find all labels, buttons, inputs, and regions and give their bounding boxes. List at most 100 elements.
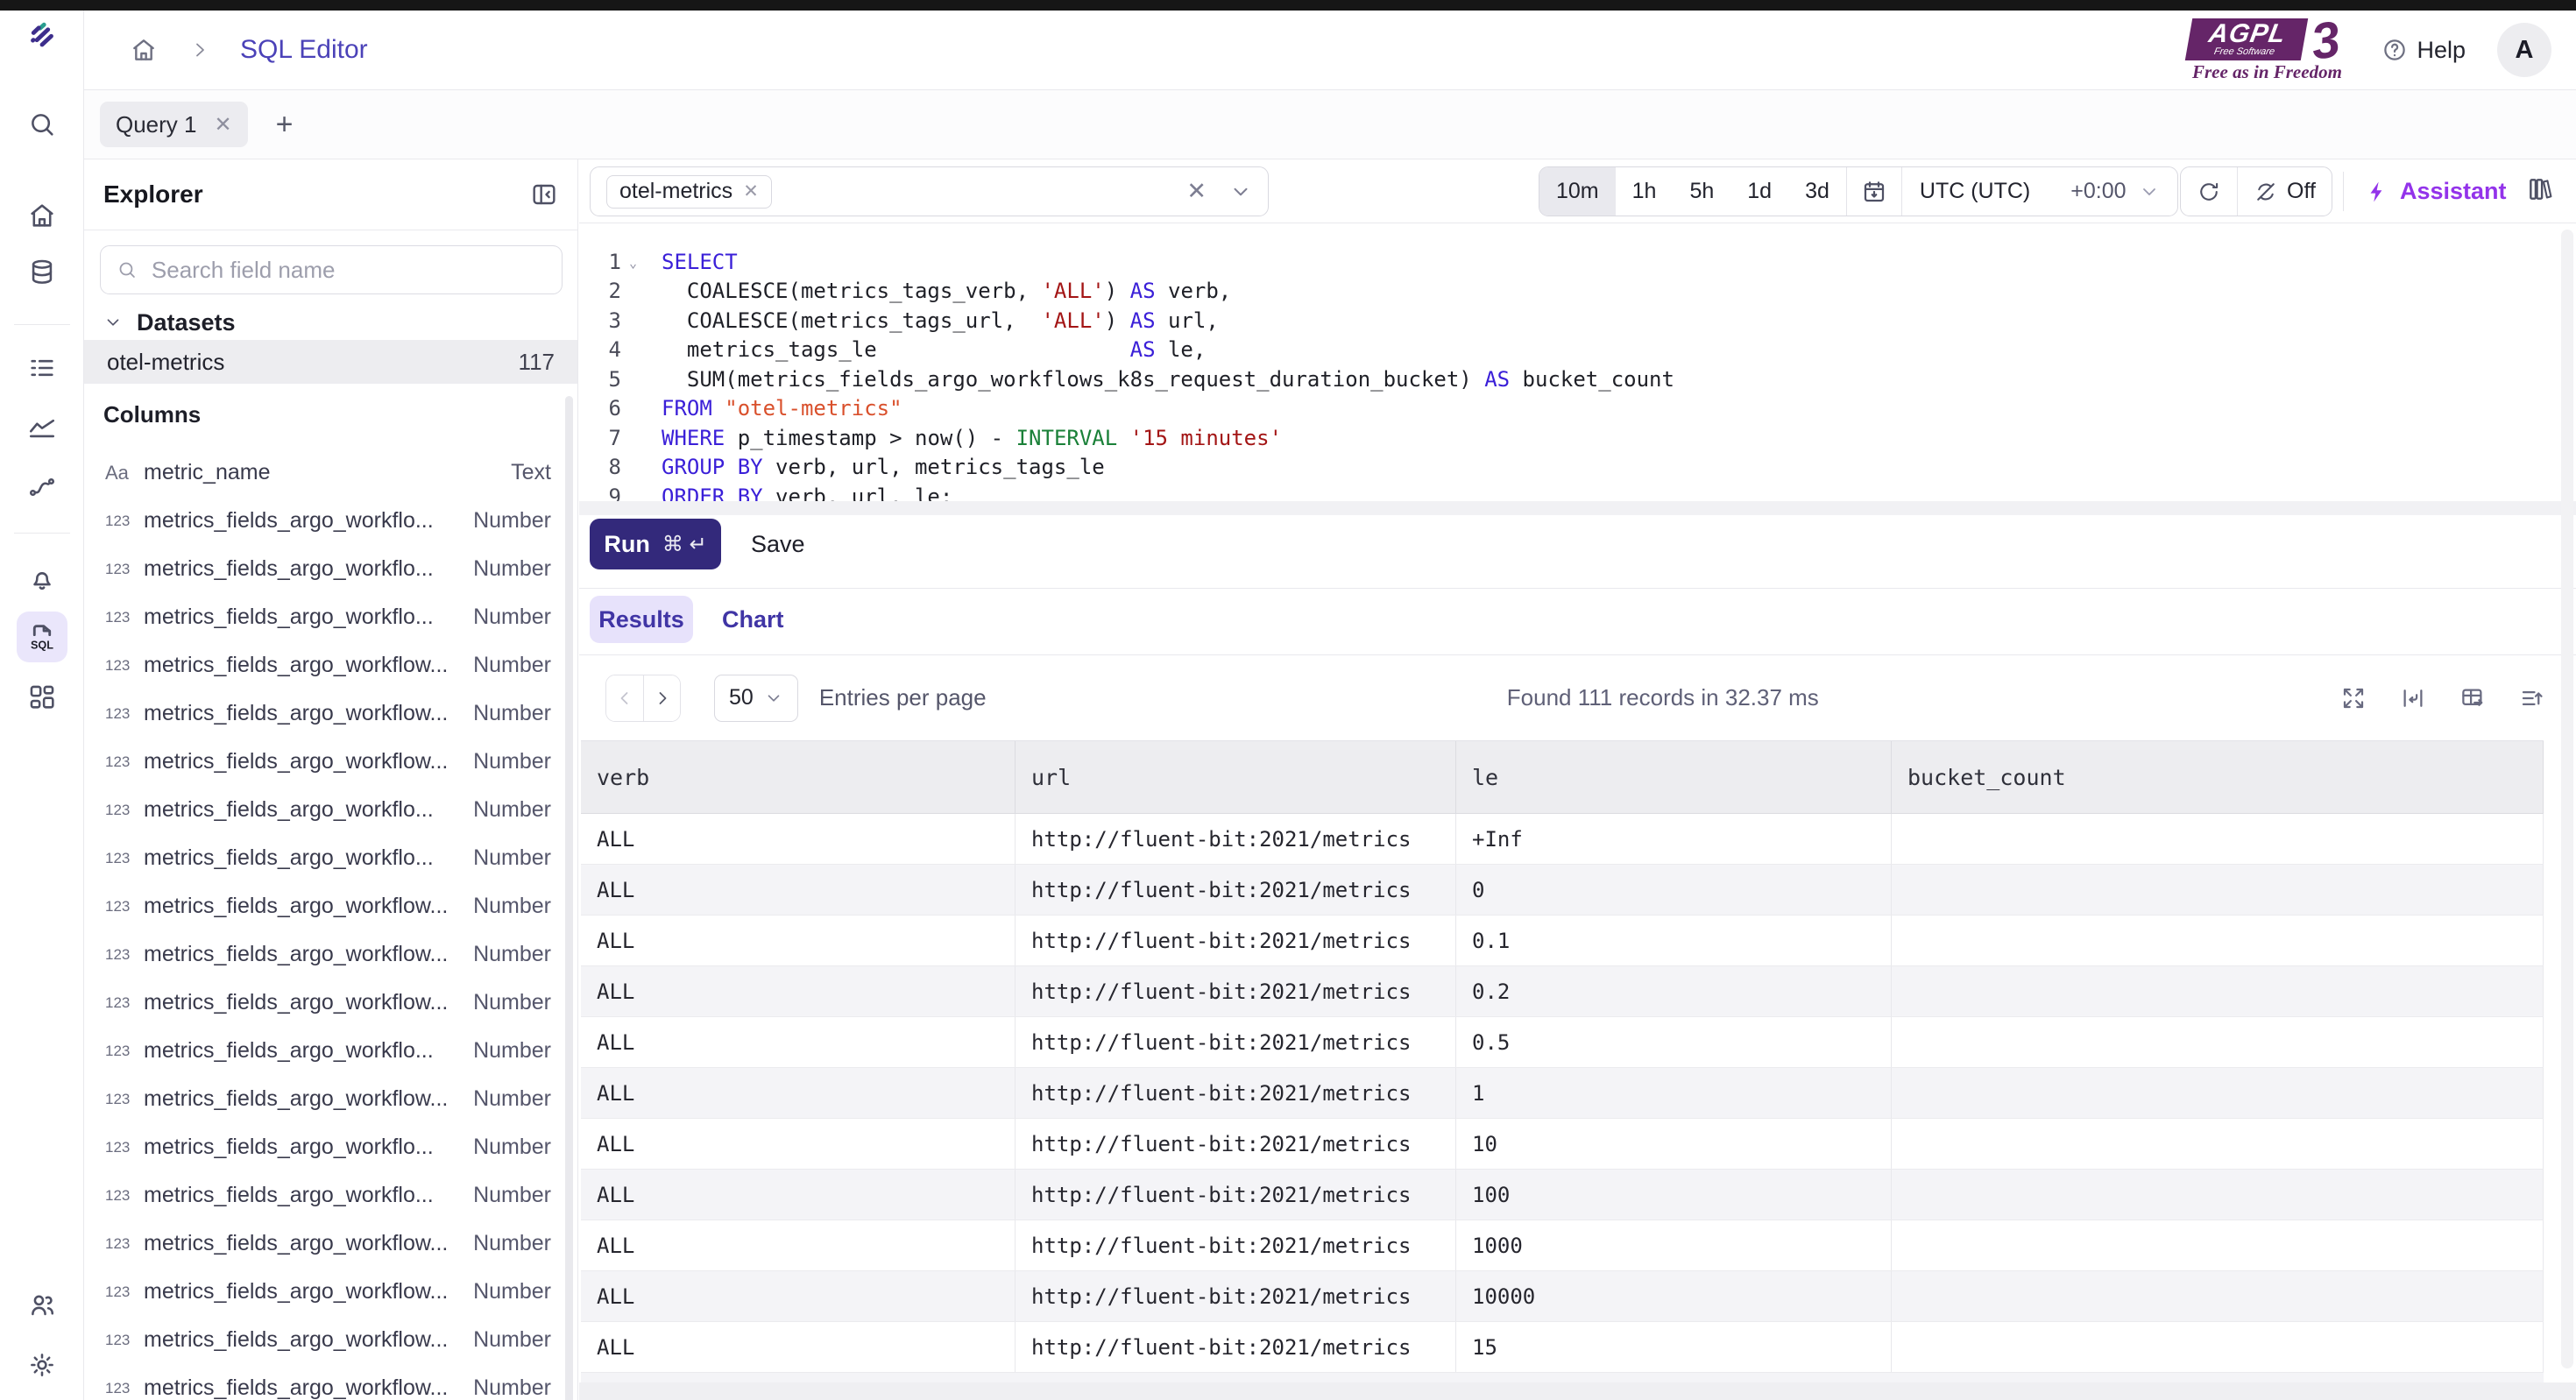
- column-row[interactable]: 123 metrics_fields_argo_workflow... Numb…: [84, 882, 577, 930]
- code-line[interactable]: 5 SUM(metrics_fields_argo_workflows_k8s_…: [579, 364, 2576, 394]
- time-range-1h[interactable]: 1h: [1616, 167, 1674, 216]
- column-row[interactable]: 123 metrics_fields_argo_workflow... Numb…: [84, 1075, 577, 1123]
- column-row[interactable]: 123 metrics_fields_argo_workflow... Numb…: [84, 1316, 577, 1364]
- sql-editor-nav-active[interactable]: SQL: [17, 612, 67, 662]
- time-range-5h[interactable]: 5h: [1673, 167, 1730, 216]
- text-wrap-icon[interactable]: [2399, 684, 2427, 712]
- time-range-10m[interactable]: 10m: [1539, 167, 1616, 216]
- table-cell: ALL: [581, 1119, 1016, 1169]
- column-row[interactable]: 123 metrics_fields_argo_workflo... Numbe…: [84, 786, 577, 834]
- field-search[interactable]: [100, 245, 563, 294]
- column-row[interactable]: 123 metrics_fields_argo_workflow... Numb…: [84, 641, 577, 689]
- timezone-select[interactable]: UTC (UTC) +0:00: [1901, 167, 2177, 216]
- search-icon[interactable]: [26, 109, 58, 140]
- column-row[interactable]: 123 metrics_fields_argo_workflow... Numb…: [84, 1364, 577, 1400]
- column-row[interactable]: 123 metrics_fields_argo_workflo... Numbe…: [84, 1123, 577, 1171]
- code-line[interactable]: 3 COALESCE(metrics_tags_url, 'ALL') AS u…: [579, 306, 2576, 336]
- table-row[interactable]: ALLhttp://fluent-bit:2021/metrics0: [581, 865, 2544, 916]
- column-header-le[interactable]: le: [1456, 741, 1892, 813]
- table-row[interactable]: ALLhttp://fluent-bit:2021/metrics0.2: [581, 966, 2544, 1017]
- alerts-bell-icon[interactable]: [26, 562, 58, 594]
- code-line[interactable]: 1SELECT: [579, 247, 2576, 277]
- column-row[interactable]: 123 metrics_fields_argo_workflow... Numb…: [84, 738, 577, 786]
- column-row[interactable]: 123 metrics_fields_argo_workflow... Numb…: [84, 1220, 577, 1268]
- prev-page-button[interactable]: [606, 675, 643, 721]
- chevron-down-icon[interactable]: [1229, 180, 1252, 203]
- datasets-section-header[interactable]: Datasets: [84, 305, 577, 340]
- column-row[interactable]: 123 metrics_fields_argo_workflo... Numbe…: [84, 497, 577, 545]
- settings-gear-icon[interactable]: [26, 1349, 58, 1381]
- collapse-panel-icon[interactable]: [530, 180, 558, 209]
- code-line[interactable]: 8GROUP BY verb, url, metrics_tags_le: [579, 453, 2576, 483]
- column-header-bucket_count[interactable]: bucket_count: [1892, 741, 2544, 813]
- dataset-select[interactable]: otel-metrics ✕ ✕: [590, 166, 1269, 216]
- table-row[interactable]: ALLhttp://fluent-bit:2021/metrics10000: [581, 1271, 2544, 1322]
- column-row[interactable]: 123 metrics_fields_argo_workflow... Numb…: [84, 979, 577, 1027]
- time-range-1d[interactable]: 1d: [1730, 167, 1788, 216]
- help-button[interactable]: Help: [2381, 37, 2466, 64]
- run-button[interactable]: Run ⌘ ↵: [590, 519, 721, 569]
- page-size-select[interactable]: 50: [714, 675, 798, 722]
- query-tab[interactable]: Query 1 ✕: [100, 102, 248, 147]
- column-row[interactable]: 123 metrics_fields_argo_workflo... Numbe…: [84, 593, 577, 641]
- streams-list-icon[interactable]: [26, 352, 58, 384]
- editor-horizontal-scrollbar[interactable]: [579, 501, 2576, 515]
- time-range-3d[interactable]: 3d: [1788, 167, 1846, 216]
- explorer-scrollbar[interactable]: [565, 396, 573, 1400]
- column-row[interactable]: Aa metric_name Text: [84, 449, 577, 497]
- library-docs-icon[interactable]: [2526, 175, 2554, 203]
- calendar-button[interactable]: [1846, 167, 1901, 216]
- code-line[interactable]: 7WHERE p_timestamp > now() - INTERVAL '1…: [579, 423, 2576, 453]
- sort-icon[interactable]: [2518, 684, 2546, 712]
- code-line[interactable]: 4 metrics_tags_le AS le,: [579, 336, 2576, 365]
- auto-refresh-off-button[interactable]: Off: [2237, 167, 2332, 216]
- column-row[interactable]: 123 metrics_fields_argo_workflo... Numbe…: [84, 545, 577, 593]
- table-row[interactable]: ALLhttp://fluent-bit:2021/metrics15: [581, 1322, 2544, 1373]
- table-row[interactable]: ALLhttp://fluent-bit:2021/metrics0.5: [581, 1017, 2544, 1068]
- table-row[interactable]: ALLhttp://fluent-bit:2021/metrics1000: [581, 1220, 2544, 1271]
- table-row[interactable]: ALLhttp://fluent-bit:2021/metrics0.1: [581, 916, 2544, 966]
- column-row[interactable]: 123 metrics_fields_argo_workflow... Numb…: [84, 930, 577, 979]
- metrics-chart-icon[interactable]: [26, 412, 58, 443]
- tab-results[interactable]: Results: [590, 596, 693, 643]
- column-row[interactable]: 123 metrics_fields_argo_workflo... Numbe…: [84, 1171, 577, 1220]
- column-header-verb[interactable]: verb: [581, 741, 1016, 813]
- close-tab-icon[interactable]: ✕: [215, 112, 232, 138]
- code-line[interactable]: 2 COALESCE(metrics_tags_verb, 'ALL') AS …: [579, 277, 2576, 307]
- avatar[interactable]: A: [2497, 23, 2551, 77]
- tab-chart[interactable]: Chart: [715, 596, 791, 643]
- column-row[interactable]: 123 metrics_fields_argo_workflow... Numb…: [84, 689, 577, 738]
- refresh-button[interactable]: [2181, 167, 2237, 216]
- next-page-button[interactable]: [643, 675, 680, 721]
- save-button[interactable]: Save: [751, 531, 805, 558]
- sql-editor[interactable]: 1SELECT2 COALESCE(metrics_tags_verb, 'AL…: [579, 223, 2576, 526]
- column-row[interactable]: 123 metrics_fields_argo_workflow... Numb…: [84, 1268, 577, 1316]
- clear-select-icon[interactable]: ✕: [1186, 178, 1207, 205]
- pipelines-icon[interactable]: [26, 471, 58, 503]
- dataset-item-otel-metrics[interactable]: otel-metrics 117: [84, 340, 577, 384]
- page-title[interactable]: SQL Editor: [240, 35, 368, 65]
- table-row[interactable]: ALLhttp://fluent-bit:2021/metrics10: [581, 1119, 2544, 1170]
- main-vertical-scrollbar[interactable]: [2561, 230, 2573, 1368]
- table-row[interactable]: ALLhttp://fluent-bit:2021/metrics1: [581, 1068, 2544, 1119]
- breadcrumb-home-icon[interactable]: [130, 36, 158, 64]
- column-row[interactable]: 123 metrics_fields_argo_workflo... Numbe…: [84, 1027, 577, 1075]
- dashboards-grid-icon[interactable]: [26, 682, 58, 713]
- table-row[interactable]: ALLhttp://fluent-bit:2021/metrics100: [581, 1170, 2544, 1220]
- app-logo[interactable]: [26, 21, 58, 53]
- column-row[interactable]: 123 metrics_fields_argo_workflo... Numbe…: [84, 834, 577, 882]
- code-line[interactable]: 6FROM "otel-metrics": [579, 394, 2576, 424]
- table-horizontal-scrollbar[interactable]: [579, 1382, 2576, 1400]
- assistant-button[interactable]: Assistant: [2365, 166, 2507, 216]
- add-tab-button[interactable]: +: [276, 108, 294, 142]
- search-input[interactable]: [152, 257, 546, 284]
- dataset-chip[interactable]: otel-metrics ✕: [606, 175, 772, 209]
- chip-remove-icon[interactable]: ✕: [743, 180, 759, 202]
- table-columns-icon[interactable]: [2459, 684, 2487, 712]
- home-icon[interactable]: [26, 200, 58, 231]
- users-icon[interactable]: [26, 1290, 58, 1321]
- fullscreen-icon[interactable]: [2339, 684, 2367, 712]
- database-icon[interactable]: [26, 257, 58, 288]
- table-row[interactable]: ALLhttp://fluent-bit:2021/metrics+Inf: [581, 814, 2544, 865]
- column-header-url[interactable]: url: [1016, 741, 1456, 813]
